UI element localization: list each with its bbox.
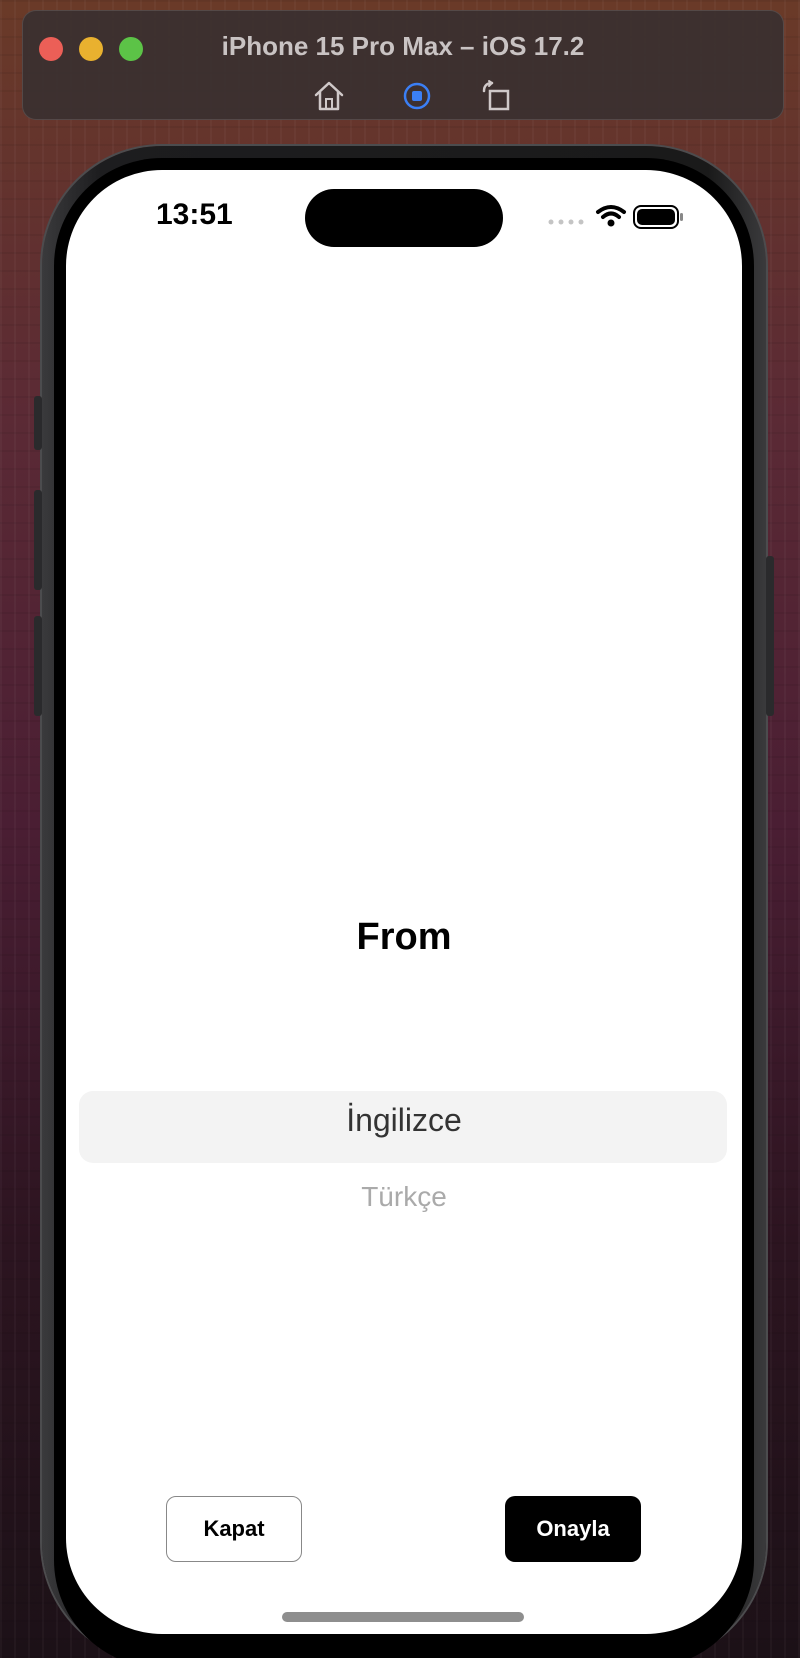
picker-option[interactable]: Türkçe <box>66 1181 742 1213</box>
phone-screen: 13:51 From İngilizce Türkçe Kapat Onayla <box>66 170 742 1634</box>
side-power-button <box>766 556 774 716</box>
action-button <box>34 396 42 450</box>
wifi-icon <box>596 205 626 227</box>
battery-icon <box>633 205 683 229</box>
simulator-toolbar <box>23 79 783 113</box>
cellular-icon <box>548 219 584 225</box>
status-time: 13:51 <box>156 198 233 231</box>
simulator-title: iPhone 15 Pro Max – iOS 17.2 <box>221 31 585 61</box>
simulator-title-bar: iPhone 15 Pro Max – iOS 17.2 <box>22 10 784 120</box>
rotate-icon[interactable] <box>480 79 514 113</box>
picker-title: From <box>356 916 452 958</box>
home-icon[interactable] <box>312 79 346 113</box>
volume-down-button <box>34 616 42 716</box>
confirm-button[interactable]: Onayla <box>505 1496 641 1562</box>
dynamic-island <box>305 189 503 247</box>
volume-up-button <box>34 490 42 590</box>
picker-option-selected[interactable]: İngilizce <box>66 1102 742 1139</box>
status-icons <box>546 202 686 232</box>
record-icon[interactable] <box>400 79 434 113</box>
home-indicator[interactable] <box>282 1612 524 1622</box>
close-button[interactable]: Kapat <box>166 1496 302 1562</box>
